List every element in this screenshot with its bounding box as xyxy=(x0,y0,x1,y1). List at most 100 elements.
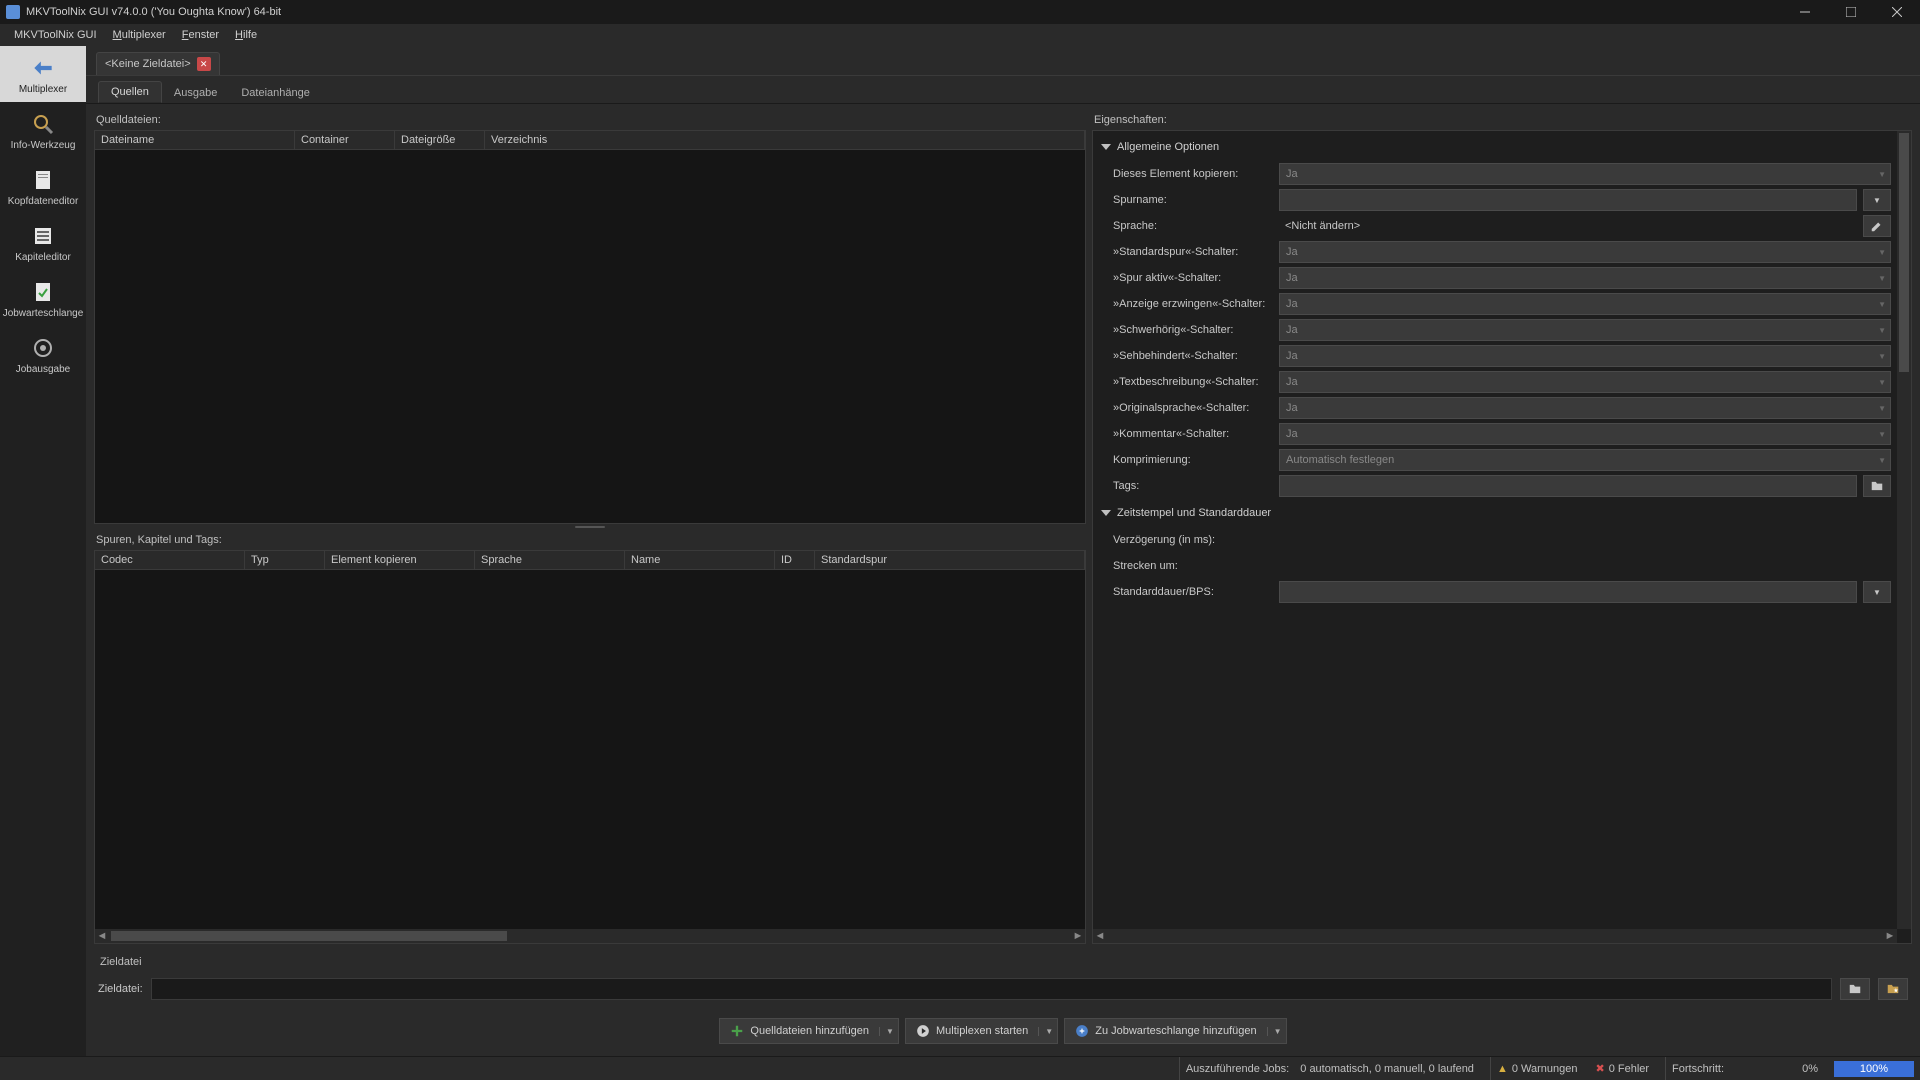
sidebar-item-header-editor[interactable]: Kopfdateneditor xyxy=(0,158,86,214)
properties-panel: Allgemeine Optionen Dieses Element kopie… xyxy=(1092,130,1912,944)
minimize-button[interactable] xyxy=(1782,0,1828,24)
prop-delay-label: Verzögerung (in ms): xyxy=(1113,534,1273,546)
group-timestamps-label: Zeitstempel und Standarddauer xyxy=(1117,507,1271,519)
expand-icon xyxy=(1101,510,1111,516)
magnifier-icon xyxy=(29,110,57,138)
prop-delay-input[interactable] xyxy=(1279,529,1891,551)
prop-aktiv-label: »Spur aktiv«-Schalter: xyxy=(1113,272,1273,284)
prop-copy-select[interactable]: Ja▼ xyxy=(1279,163,1891,185)
tracks-table[interactable]: Codec Typ Element kopieren Sprache Name … xyxy=(94,550,1086,944)
properties-hscroll[interactable]: ◄ ► xyxy=(1093,929,1897,943)
prop-standardspur-select[interactable]: Ja▼ xyxy=(1279,241,1891,263)
sidebar-item-job-output[interactable]: Jobausgabe xyxy=(0,326,86,382)
menu-fenster[interactable]: Fenster xyxy=(174,27,227,43)
sidebar-item-chapter-editor[interactable]: Kapiteleditor xyxy=(0,214,86,270)
prop-schwerhoerig-label: »Schwerhörig«-Schalter: xyxy=(1113,324,1273,336)
spurname-dropdown-button[interactable]: ▼ xyxy=(1863,189,1891,211)
chevron-down-icon[interactable]: ▼ xyxy=(1267,1027,1282,1036)
document-tab-title: <Keine Zieldatei> xyxy=(105,58,191,70)
titlebar: MKVToolNix GUI v74.0.0 ('You Oughta Know… xyxy=(0,0,1920,24)
folder-icon xyxy=(1870,479,1884,493)
add-source-label: Quelldateien hinzufügen xyxy=(750,1025,869,1037)
scroll-left-icon[interactable]: ◄ xyxy=(1093,929,1107,943)
browse-tags-button[interactable] xyxy=(1863,475,1891,497)
col-standardspur[interactable]: Standardspur xyxy=(815,551,1085,569)
dur-dropdown-button[interactable]: ▼ xyxy=(1863,581,1891,603)
col-kopieren[interactable]: Element kopieren xyxy=(325,551,475,569)
scroll-right-icon[interactable]: ► xyxy=(1071,929,1085,943)
edit-language-button[interactable] xyxy=(1863,215,1891,237)
group-general[interactable]: Allgemeine Optionen xyxy=(1099,135,1891,159)
menu-app[interactable]: MKVToolNix GUI xyxy=(6,27,105,43)
col-id[interactable]: ID xyxy=(775,551,815,569)
scroll-right-icon[interactable]: ► xyxy=(1883,929,1897,943)
col-codec[interactable]: Codec xyxy=(95,551,245,569)
group-timestamps[interactable]: Zeitstempel und Standarddauer xyxy=(1099,501,1891,525)
close-button[interactable] xyxy=(1874,0,1920,24)
recent-dest-button[interactable] xyxy=(1878,978,1908,1000)
play-icon xyxy=(916,1024,930,1038)
properties-vscroll[interactable] xyxy=(1897,131,1911,929)
prop-kompr-select[interactable]: Automatisch festlegen▼ xyxy=(1279,449,1891,471)
col-sprache[interactable]: Sprache xyxy=(475,551,625,569)
col-name[interactable]: Name xyxy=(625,551,775,569)
status-warnings[interactable]: ▲ 0 Warnungen xyxy=(1490,1057,1584,1080)
prop-erzwingen-select[interactable]: Ja▼ xyxy=(1279,293,1891,315)
prop-tags-input[interactable] xyxy=(1279,475,1857,497)
prop-sehbehindert-select[interactable]: Ja▼ xyxy=(1279,345,1891,367)
col-dateiname[interactable]: Dateiname xyxy=(95,131,295,149)
sidebar-item-multiplexer[interactable]: Multiplexer xyxy=(0,46,86,102)
plus-icon xyxy=(730,1024,744,1038)
sidebar-item-label: Info-Werkzeug xyxy=(11,140,76,151)
sidebar-item-job-queue[interactable]: Jobwarteschlange xyxy=(0,270,86,326)
expand-icon xyxy=(1101,144,1111,150)
menu-hilfe[interactable]: Hilfe xyxy=(227,27,265,43)
prop-stretch-input[interactable] xyxy=(1279,555,1891,577)
sidebar-item-label: Multiplexer xyxy=(19,84,67,95)
prop-spurname-input[interactable] xyxy=(1279,189,1857,211)
document-tab[interactable]: <Keine Zieldatei> ✕ xyxy=(96,52,220,75)
status-errors[interactable]: ✖ 0 Fehler xyxy=(1593,1057,1655,1080)
tab-ausgabe[interactable]: Ausgabe xyxy=(162,83,229,103)
maximize-button[interactable] xyxy=(1828,0,1874,24)
close-icon[interactable]: ✕ xyxy=(197,57,211,71)
prop-originalsprache-select[interactable]: Ja▼ xyxy=(1279,397,1891,419)
col-verzeichnis[interactable]: Verzeichnis xyxy=(485,131,1085,149)
clipboard-check-icon xyxy=(29,278,57,306)
prop-dur-input[interactable] xyxy=(1279,581,1857,603)
sidebar: Multiplexer Info-Werkzeug Kopfdatenedito… xyxy=(0,46,86,1056)
menu-multiplexer[interactable]: Multiplexer xyxy=(105,27,174,43)
start-mux-label: Multiplexen starten xyxy=(936,1025,1028,1037)
scroll-left-icon[interactable]: ◄ xyxy=(95,929,109,943)
add-source-button[interactable]: Quelldateien hinzufügen ▼ xyxy=(719,1018,899,1044)
prop-textbeschr-select[interactable]: Ja▼ xyxy=(1279,371,1891,393)
add-queue-button[interactable]: Zu Jobwarteschlange hinzufügen ▼ xyxy=(1064,1018,1286,1044)
prop-originalsprache-label: »Originalsprache«-Schalter: xyxy=(1113,402,1273,414)
col-container[interactable]: Container xyxy=(295,131,395,149)
chevron-down-icon[interactable]: ▼ xyxy=(1038,1027,1053,1036)
browse-dest-button[interactable] xyxy=(1840,978,1870,1000)
document-icon xyxy=(29,166,57,194)
document-tabs: <Keine Zieldatei> ✕ xyxy=(86,46,1920,76)
sidebar-item-label: Jobausgabe xyxy=(16,364,71,375)
group-general-label: Allgemeine Optionen xyxy=(1117,141,1219,153)
start-mux-button[interactable]: Multiplexen starten ▼ xyxy=(905,1018,1058,1044)
add-queue-label: Zu Jobwarteschlange hinzufügen xyxy=(1095,1025,1256,1037)
col-typ[interactable]: Typ xyxy=(245,551,325,569)
prop-sprache-value[interactable]: <Nicht ändern> xyxy=(1279,215,1857,237)
prop-schwerhoerig-select[interactable]: Ja▼ xyxy=(1279,319,1891,341)
prop-kommentar-label: »Kommentar«-Schalter: xyxy=(1113,428,1273,440)
col-dateigroesse[interactable]: Dateigröße xyxy=(395,131,485,149)
tab-anhaenge[interactable]: Dateianhänge xyxy=(229,83,322,103)
dest-input[interactable] xyxy=(151,978,1832,1000)
tracks-hscroll[interactable]: ◄ ► xyxy=(95,929,1085,943)
sidebar-item-info[interactable]: Info-Werkzeug xyxy=(0,102,86,158)
chevron-down-icon[interactable]: ▼ xyxy=(879,1027,894,1036)
status-progress: Fortschritt: 0% xyxy=(1665,1057,1824,1080)
source-files-table[interactable]: Dateiname Container Dateigröße Verzeichn… xyxy=(94,130,1086,524)
prop-kommentar-select[interactable]: Ja▼ xyxy=(1279,423,1891,445)
window-title: MKVToolNix GUI v74.0.0 ('You Oughta Know… xyxy=(26,6,1782,18)
tab-quellen[interactable]: Quellen xyxy=(98,81,162,103)
prop-aktiv-select[interactable]: Ja▼ xyxy=(1279,267,1891,289)
prop-kompr-label: Komprimierung: xyxy=(1113,454,1273,466)
